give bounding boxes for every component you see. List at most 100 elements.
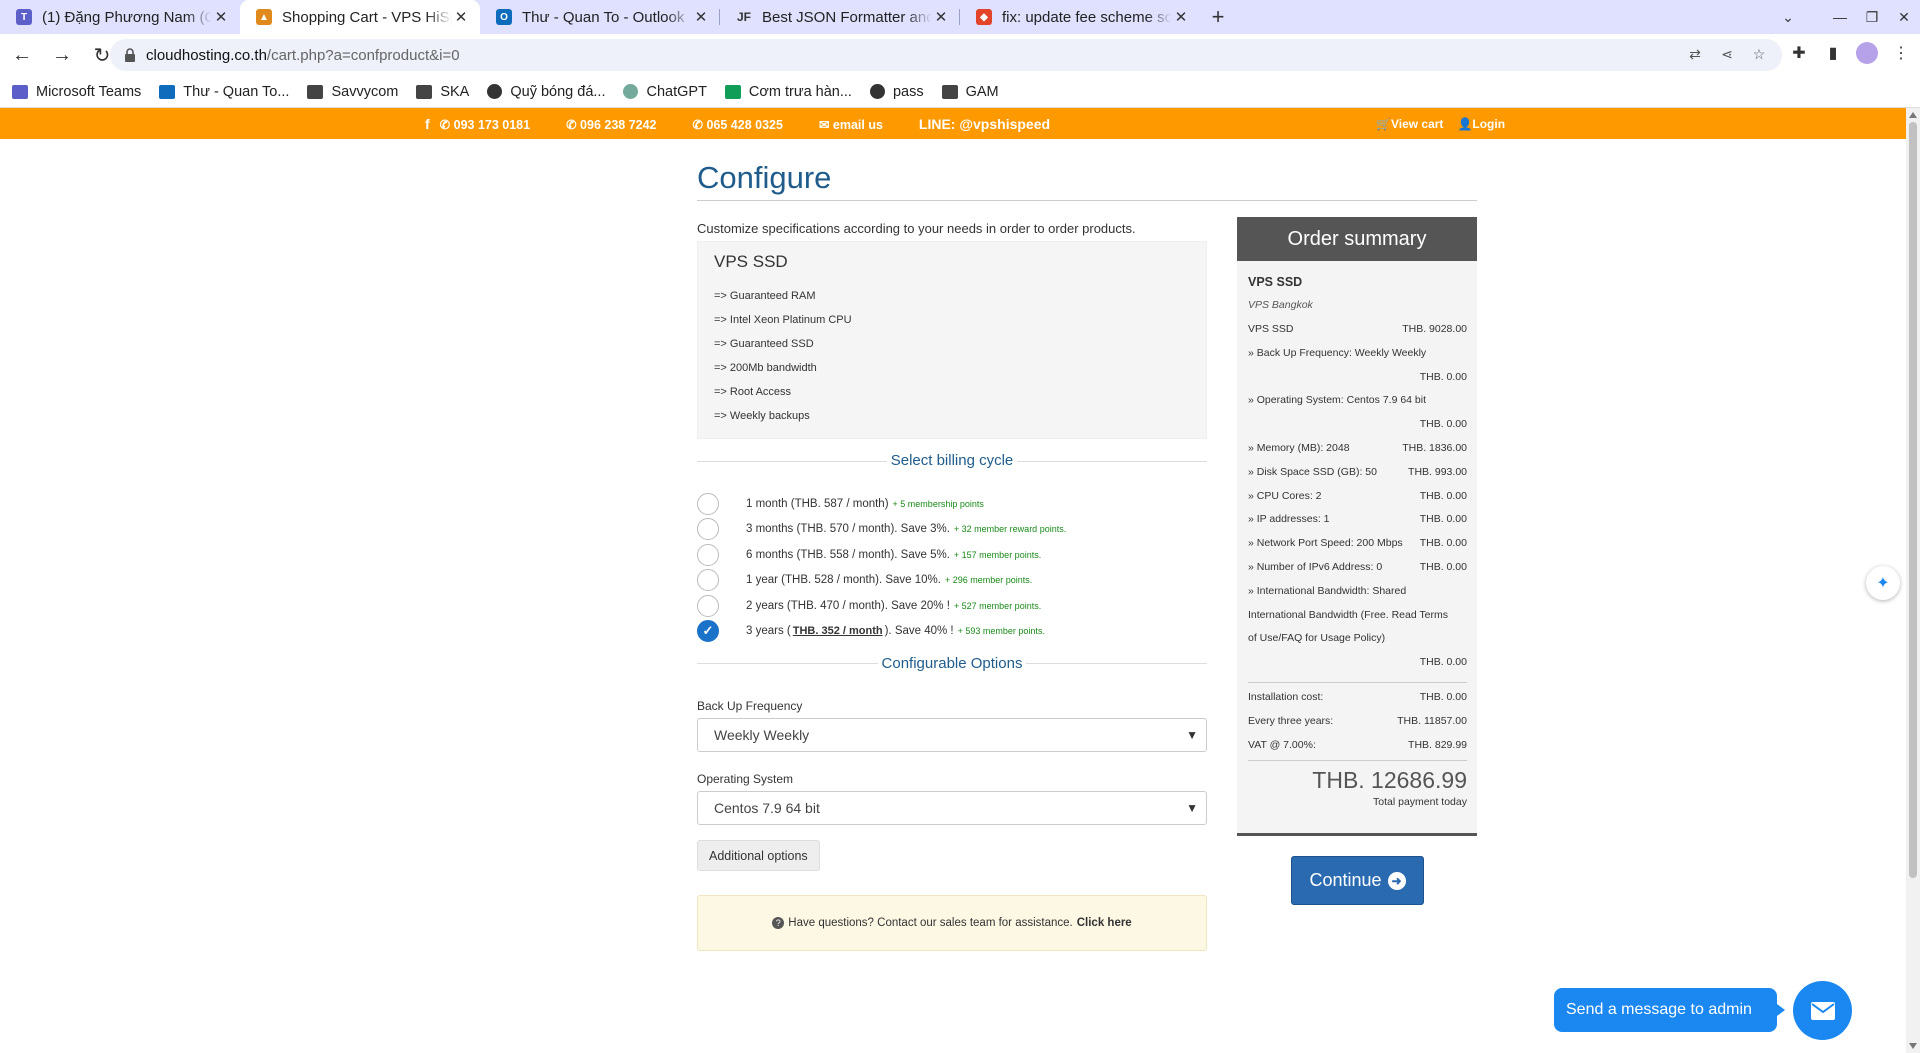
sheets-icon (724, 84, 741, 99)
translate-icon[interactable]: ⇄ (1686, 45, 1704, 63)
operating-system-label: Operating System (697, 772, 794, 786)
page-scrollbar[interactable] (1906, 108, 1920, 1053)
browser-tab-json-formatter[interactable]: JF Best JSON Formatter and ✕ (720, 0, 960, 34)
checked-radio-icon[interactable]: ✓ (697, 620, 719, 642)
billing-option[interactable]: 1 year (THB. 528 / month). Save 10%. + 2… (697, 568, 1207, 592)
radio-button[interactable] (697, 493, 719, 515)
close-tab-icon[interactable]: ✕ (692, 8, 710, 26)
view-cart-link[interactable]: 🛒View cart (1376, 117, 1443, 131)
divider (697, 200, 1477, 201)
bookmark-label: SKA (440, 83, 470, 100)
billing-option[interactable]: 1 month (THB. 587 / month) + 5 membershi… (697, 492, 1207, 516)
radio-button[interactable] (697, 518, 719, 540)
bookmark-item[interactable]: Quỹ bóng đá... (487, 84, 605, 100)
summary-line-value: THB. 0.00 (1419, 560, 1467, 573)
bookmark-item[interactable]: SKA (416, 84, 469, 100)
close-tab-icon[interactable]: ✕ (452, 8, 470, 26)
scrollbar-thumb[interactable] (1909, 122, 1917, 878)
summary-line: » Network Port Speed: 200 Mbps THB. 0.00 (1248, 535, 1467, 559)
billing-text: 6 months (THB. 558 / month). Save 5%. (746, 549, 950, 561)
selected-price: THB. 352 / month (792, 625, 883, 637)
close-window-icon[interactable]: ✕ (1888, 9, 1920, 26)
browser-tab-teams[interactable]: T (1) Đặng Phương Nam (C ✕ (0, 0, 240, 34)
phone-link[interactable]: ✆ 065 428 0325 (693, 117, 801, 132)
operating-system-select[interactable]: Centos 7.9 64 bit ▼ (697, 791, 1207, 825)
bookmark-item[interactable]: pass (869, 84, 924, 100)
chat-button[interactable] (1793, 981, 1852, 1040)
summary-line-value: THB. 0.00 (1419, 489, 1467, 502)
chat-prompt[interactable]: Send a message to admin (1554, 988, 1785, 1032)
profile-avatar[interactable] (1856, 42, 1878, 64)
bookmark-item[interactable]: Savvycom (307, 84, 398, 100)
close-tab-icon[interactable]: ✕ (932, 8, 950, 26)
billing-text: 1 year (THB. 528 / month). Save 10%. (746, 574, 941, 586)
side-panel-icon[interactable]: ▮ (1822, 42, 1844, 64)
points-label: + 157 member points. (953, 550, 1042, 560)
radio-button[interactable] (697, 544, 719, 566)
menu-icon[interactable]: ⋮ (1890, 42, 1912, 64)
jf-icon: JF (736, 10, 751, 24)
address-bar[interactable]: cloudhosting.co.th/cart.php?a=confproduc… (110, 39, 1782, 71)
points-label: + 32 member reward points. (953, 524, 1067, 534)
accessibility-widget-icon[interactable]: ✦ (1866, 566, 1900, 600)
tab-title: Thư - Quan To - Outlook (522, 8, 685, 26)
backup-frequency-select[interactable]: Weekly Weekly ▼ (697, 718, 1207, 752)
bookmark-item[interactable]: Thư - Quan To... (159, 84, 289, 100)
browser-tab-shopping-cart[interactable]: ▲ Shopping Cart - VPS HiSp ✕ (240, 0, 480, 34)
bookmark-item[interactable]: Cơm trưa hàn... (724, 84, 852, 100)
additional-options-button[interactable]: Additional options (697, 840, 820, 871)
bookmark-item[interactable]: ChatGPT (623, 84, 707, 100)
bookmark-item[interactable]: Microsoft Teams (12, 84, 141, 100)
chevron-down-icon: ▼ (1186, 801, 1198, 815)
back-arrow-icon[interactable]: ← (4, 37, 40, 73)
summary-product-name: VPS SSD (1248, 275, 1303, 289)
scroll-down-arrow-icon[interactable] (1909, 1043, 1917, 1049)
scroll-up-arrow-icon[interactable] (1909, 112, 1917, 118)
phone-link[interactable]: ✆ 096 238 7242 (566, 117, 674, 132)
minimize-icon[interactable]: — (1824, 9, 1856, 25)
email-link[interactable]: ✉ email us (819, 117, 901, 132)
line-contact[interactable]: LINE: @vpshispeed (919, 116, 1050, 132)
billing-option[interactable]: 6 months (THB. 558 / month). Save 5%. + … (697, 543, 1207, 567)
browser-tab-gitlab[interactable]: ◆ fix: update fee scheme sc ✕ (960, 0, 1200, 34)
radio-button[interactable] (697, 595, 719, 617)
backup-frequency-label: Back Up Frequency (697, 699, 803, 713)
continue-button[interactable]: Continue ➜ (1291, 856, 1424, 905)
bookmarks-bar: Microsoft Teams Thư - Quan To... Savvyco… (0, 76, 1920, 108)
summary-product-group: VPS Bangkok (1248, 299, 1313, 311)
summary-line: » Memory (MB): 2048 THB. 1836.00 (1248, 440, 1467, 464)
summary-line: » Operating System: Centos 7.9 64 bit (1248, 392, 1467, 416)
forward-arrow-icon[interactable]: → (44, 37, 80, 73)
summary-line: » Number of IPv6 Address: 0 THB. 0.00 (1248, 559, 1467, 583)
tab-title: (1) Đặng Phương Nam (C (42, 8, 212, 26)
facebook-icon[interactable]: f (425, 116, 430, 132)
extensions-icon[interactable]: ✚ (1788, 42, 1810, 64)
new-tab-button[interactable]: + (1200, 0, 1236, 34)
tab-search-icon[interactable]: ⌄ (1772, 9, 1804, 26)
share-icon[interactable]: ⋖ (1718, 45, 1736, 63)
bookmark-star-icon[interactable]: ☆ (1750, 45, 1768, 63)
phone-link[interactable]: ✆ 093 173 0181 (440, 117, 548, 132)
summary-line-label: » CPU Cores: 2 (1248, 489, 1322, 502)
globe-icon (869, 84, 885, 99)
restore-icon[interactable]: ❐ (1856, 9, 1888, 26)
bookmark-label: Microsoft Teams (36, 83, 142, 100)
click-here-link[interactable]: Click here (1077, 917, 1132, 929)
summary-line-value: THB. 0.00 (1419, 370, 1467, 383)
close-tab-icon[interactable]: ✕ (212, 8, 230, 26)
login-link[interactable]: 👤Login (1457, 117, 1505, 131)
browser-tab-outlook[interactable]: O Thư - Quan To - Outlook ✕ (480, 0, 720, 34)
divider (1248, 760, 1467, 762)
folder-icon (416, 84, 433, 99)
url-path: /cart.php?a=confproduct&i=0 (266, 46, 460, 64)
total-label: Total payment today (1373, 796, 1467, 809)
close-tab-icon[interactable]: ✕ (1172, 8, 1190, 26)
billing-option-selected[interactable]: ✓ 3 years (THB. 352 / month). Save 40% !… (697, 619, 1207, 643)
toolbar-right: ✚ ▮ ⋮ (1788, 42, 1912, 64)
bookmark-item[interactable]: GAM (941, 84, 999, 100)
radio-button[interactable] (697, 569, 719, 591)
billing-option[interactable]: 3 months (THB. 570 / month). Save 3%. + … (697, 517, 1207, 541)
billing-option[interactable]: 2 years (THB. 470 / month). Save 20% ! +… (697, 594, 1207, 618)
folder-icon (941, 84, 958, 99)
